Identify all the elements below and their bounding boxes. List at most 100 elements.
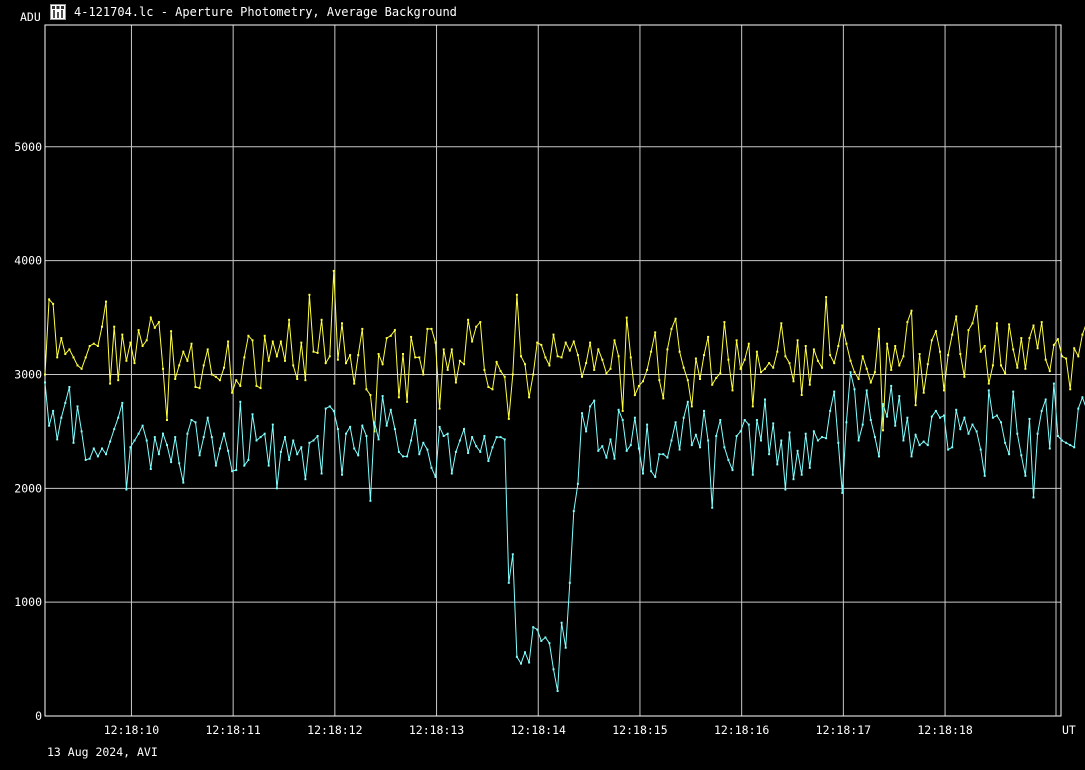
data-point-comparison [808, 383, 811, 386]
data-point-target [975, 430, 978, 433]
data-point-comparison [690, 405, 693, 408]
data-point-comparison [613, 339, 616, 342]
data-point-comparison [743, 358, 746, 361]
data-point-target [296, 453, 299, 456]
data-point-target [841, 491, 844, 494]
data-point-comparison [963, 375, 966, 378]
data-point-comparison [723, 321, 726, 324]
data-point-comparison [898, 364, 901, 367]
data-point-target [324, 407, 327, 410]
data-point-target [336, 428, 339, 431]
data-point-target [190, 419, 193, 421]
data-point-comparison [902, 355, 905, 358]
data-point-comparison [593, 368, 596, 371]
data-point-target [894, 424, 897, 427]
data-point-target [418, 453, 421, 456]
data-point-comparison [564, 341, 567, 344]
data-point-target [768, 453, 771, 456]
data-point-comparison [1081, 333, 1084, 336]
data-point-target [430, 466, 433, 469]
data-point-target [243, 464, 246, 467]
x-tick-label: 12:18:14 [511, 723, 566, 737]
data-point-comparison [1032, 324, 1035, 327]
data-point-comparison [442, 348, 445, 351]
data-point-target [613, 457, 616, 460]
data-point-target [125, 488, 128, 491]
data-point-comparison [235, 379, 238, 382]
data-point-target [52, 409, 55, 412]
data-point-target [341, 473, 343, 476]
grid [45, 25, 1061, 716]
data-point-comparison [1004, 372, 1007, 375]
data-point-comparison [727, 358, 730, 361]
data-point-comparison [983, 345, 986, 347]
data-point-target [279, 450, 282, 453]
data-point-comparison [511, 373, 514, 376]
data-point-comparison [670, 327, 673, 330]
data-point-comparison [450, 348, 453, 351]
data-point-target [617, 408, 620, 411]
data-point-comparison [1044, 358, 1047, 361]
data-point-target [995, 414, 998, 417]
data-point-comparison [707, 335, 710, 338]
data-point-comparison [84, 356, 87, 359]
data-point-comparison [926, 363, 929, 366]
data-point-target [422, 441, 425, 444]
data-point-comparison [776, 350, 779, 353]
data-point-target [454, 450, 457, 453]
data-point-target [1024, 474, 1027, 477]
data-point-comparison [739, 367, 742, 370]
data-point-target [922, 440, 925, 443]
data-point-comparison [133, 362, 136, 365]
data-point-comparison [263, 334, 266, 337]
data-point-target [1052, 382, 1055, 385]
data-point-comparison [589, 341, 592, 344]
data-point-target [963, 416, 966, 419]
data-point-comparison [597, 348, 600, 351]
data-point-comparison [617, 355, 620, 358]
data-point-comparison [1028, 337, 1031, 340]
data-point-comparison [467, 318, 470, 321]
data-point-comparison [1036, 347, 1039, 350]
data-point-target [796, 449, 799, 452]
data-point-target [320, 472, 323, 475]
data-point-target [227, 449, 230, 452]
data-point-target [377, 438, 380, 441]
data-point-target [564, 646, 567, 649]
data-point-comparison [959, 353, 962, 355]
data-point-comparison [381, 363, 384, 366]
data-point-comparison [731, 389, 734, 392]
data-point-comparison [145, 339, 148, 342]
data-point-comparison [646, 368, 649, 371]
data-point-comparison [674, 317, 677, 320]
data-point-comparison [914, 404, 917, 407]
data-point-target [381, 395, 384, 398]
data-point-comparison [162, 367, 164, 370]
data-point-target [182, 481, 185, 484]
data-point-comparison [361, 327, 364, 330]
data-point-comparison [300, 341, 303, 344]
data-point-comparison [96, 345, 99, 347]
data-point-comparison [186, 359, 189, 362]
data-point-comparison [438, 407, 441, 410]
data-point-target [137, 432, 140, 435]
data-point-target [284, 436, 286, 439]
data-point-target [76, 405, 79, 408]
data-point-target [109, 440, 112, 443]
data-point-comparison [837, 345, 840, 347]
data-point-target [772, 422, 775, 425]
data-point-comparison [491, 388, 494, 391]
data-point-target [235, 469, 238, 472]
data-point-target [487, 460, 490, 462]
data-point-comparison [308, 293, 311, 296]
data-point-target [1040, 409, 1043, 412]
data-point-target [349, 425, 352, 428]
data-point-comparison [979, 350, 982, 353]
data-point-target [743, 419, 746, 421]
data-point-comparison [833, 362, 836, 365]
data-point-target [788, 431, 791, 434]
data-point-comparison [735, 339, 738, 342]
data-point-target [816, 439, 819, 442]
data-point-target [357, 454, 360, 457]
data-point-comparison [658, 379, 661, 382]
